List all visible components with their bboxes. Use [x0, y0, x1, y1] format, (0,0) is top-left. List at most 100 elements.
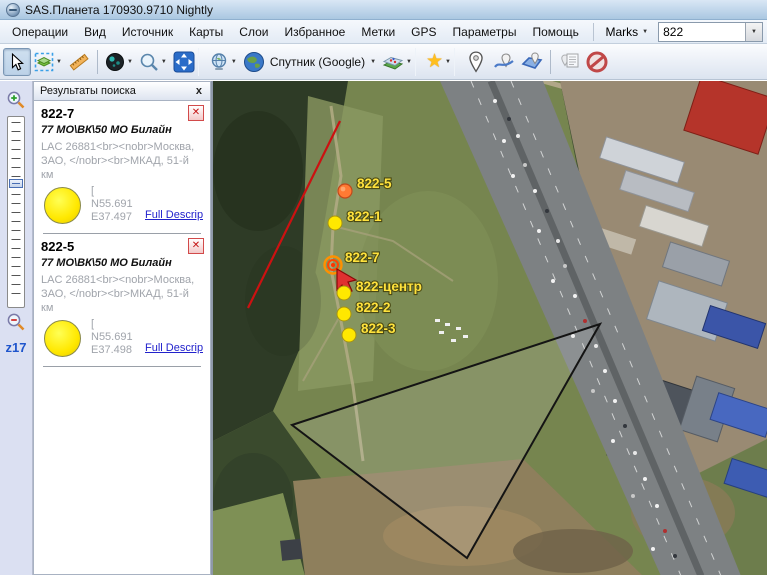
default-cursor-button[interactable] — [3, 48, 31, 76]
menu-operations[interactable]: Операции — [4, 22, 76, 42]
menu-gps[interactable]: GPS — [403, 22, 444, 42]
polygon-pin-icon — [521, 51, 543, 73]
menu-bar: Операции Вид Источник Карты Слои Избранн… — [0, 20, 767, 44]
app-window: SAS.Планета 170930.9710 Nightly Операции… — [0, 0, 767, 575]
layers-map-icon — [382, 52, 404, 72]
result-description: LAC 26881<br><nobr>Москва, ЗАО, </nobr><… — [41, 273, 203, 315]
toolbar-panel-break — [415, 48, 423, 76]
zoom-slider-handle[interactable] — [9, 179, 23, 188]
search-result-item[interactable]: 822-7 ✕ 77 МО\ВК\50 МО Билайн LAC 26881<… — [34, 101, 210, 234]
marks-label: Marks — [606, 25, 639, 39]
result-separator — [43, 366, 201, 367]
result-latitude: N55.691 — [91, 198, 133, 210]
zoom-slider-ticks — [12, 122, 21, 302]
globe-stand-icon — [209, 52, 229, 72]
main-toolbar: ▼ ▼ ▼ — [0, 44, 767, 80]
zoom-tool-button[interactable]: ▼ — [136, 48, 170, 76]
result-longitude: E37.498 — [91, 344, 132, 356]
zoom-out-icon[interactable] — [6, 312, 26, 332]
yellow-circle-mark-icon — [44, 187, 81, 224]
search-result-item[interactable]: 822-5 ✕ 77 МО\ВК\50 МО Билайн LAC 26881<… — [34, 234, 210, 367]
close-icon[interactable]: x — [194, 85, 204, 97]
magnifier-icon — [139, 52, 159, 72]
cursor-arrow-icon — [8, 53, 26, 71]
content-area: z17 Результаты поиска x 822-7 ✕ 77 МО\ВК… — [0, 81, 767, 575]
favorites-button[interactable]: ★ ▼ — [423, 48, 454, 76]
add-placemark-button[interactable] — [462, 48, 490, 76]
marks-combo-drop-button[interactable]: ▼ — [745, 23, 762, 41]
selection-manager-button[interactable]: ▼ — [31, 48, 65, 76]
result-operator: 77 МО\ВК\50 МО Билайн — [41, 257, 203, 269]
mark-label: 822-1 — [347, 209, 382, 224]
result-coord-bracket: [ — [91, 318, 94, 330]
toolbar-panel-break — [454, 48, 462, 76]
ruler-measure-button[interactable] — [65, 48, 93, 76]
satellite-map[interactable]: 822-5 822-1 822-7 822-центр — [213, 81, 767, 575]
menu-separator — [593, 23, 594, 41]
delete-result-icon[interactable]: ✕ — [188, 105, 204, 121]
marks-search-combo[interactable]: 822 ▼ — [658, 22, 763, 42]
hide-marks-button[interactable] — [583, 48, 611, 76]
app-icon — [6, 3, 20, 17]
selection-rect-icon — [34, 52, 54, 72]
dark-globe-icon — [105, 52, 125, 72]
window-title: SAS.Планета 170930.9710 Nightly — [25, 3, 213, 17]
chevron-down-icon: ▼ — [406, 59, 412, 65]
marks-search-value[interactable]: 822 — [659, 25, 745, 39]
zoom-in-icon[interactable] — [6, 90, 26, 110]
star-icon: ★ — [426, 52, 443, 71]
chevron-down-icon: ▼ — [445, 59, 451, 65]
result-id: 822-7 — [41, 106, 203, 121]
search-results-header: Результаты поиска x — [33, 81, 211, 101]
zoom-slider[interactable] — [7, 116, 25, 308]
view-mode-button[interactable]: ▼ — [102, 48, 136, 76]
toolbar-panel-break — [198, 48, 206, 76]
result-id: 822-5 — [41, 239, 203, 254]
menu-help[interactable]: Помощь — [524, 22, 586, 42]
menu-view[interactable]: Вид — [76, 22, 114, 42]
fullscreen-button[interactable] — [170, 48, 198, 76]
map-type-label: Спутник (Google) — [270, 55, 365, 69]
chevron-down-icon: ▼ — [161, 59, 167, 65]
search-results-list: 822-7 ✕ 77 МО\ВК\50 МО Билайн LAC 26881<… — [33, 101, 211, 575]
menu-placemarks[interactable]: Метки — [353, 22, 403, 42]
delete-result-icon[interactable]: ✕ — [188, 238, 204, 254]
placemark-info-icon — [558, 51, 580, 73]
full-description-link[interactable]: Full Description — [145, 209, 203, 221]
result-operator: 77 МО\ВК\50 МО Билайн — [41, 124, 203, 136]
mark-label: 822-5 — [357, 176, 392, 191]
mark-label: 822-центр — [356, 279, 422, 294]
result-media-row: [ N55.691 E37.497 Full Description — [41, 185, 203, 229]
result-media-row: [ N55.691 E37.498 Full Description — [41, 318, 203, 362]
add-path-button[interactable] — [490, 48, 518, 76]
mark-label: 822-7 — [345, 250, 380, 265]
map-view[interactable]: 822-5 822-1 822-7 822-центр — [213, 81, 767, 575]
toolbar-separator — [550, 50, 551, 74]
menu-source[interactable]: Источник — [114, 22, 181, 42]
map-projection-button[interactable]: ▼ — [206, 48, 240, 76]
zoom-level-label: z17 — [6, 340, 27, 355]
title-bar: SAS.Планета 170930.9710 Nightly — [0, 0, 767, 20]
chevron-down-icon: ▼ — [127, 59, 133, 65]
chevron-down-icon: ▼ — [642, 29, 648, 35]
yellow-circle-mark-icon — [44, 320, 81, 357]
layers-button[interactable]: ▼ — [379, 48, 415, 76]
menu-layers[interactable]: Слои — [231, 22, 276, 42]
menu-favorites[interactable]: Избранное — [276, 22, 353, 42]
full-description-link[interactable]: Full Description — [145, 342, 203, 354]
toolbar-separator — [97, 50, 98, 74]
fullscreen-arrows-icon — [173, 51, 195, 73]
path-pin-icon — [493, 51, 515, 73]
chevron-down-icon: ▼ — [231, 59, 237, 65]
chevron-down-icon: ▼ — [56, 59, 62, 65]
result-latitude: N55.691 — [91, 331, 133, 343]
add-polygon-button[interactable] — [518, 48, 546, 76]
mark-label: 822-3 — [361, 321, 396, 336]
menu-maps[interactable]: Карты — [181, 22, 231, 42]
menu-settings[interactable]: Параметры — [445, 22, 525, 42]
no-entry-icon — [586, 51, 608, 73]
search-results-title: Результаты поиска — [40, 85, 194, 97]
marks-dropdown-button[interactable]: Marks ▼ — [600, 22, 655, 42]
map-type-button[interactable]: Спутник (Google) ▼ — [240, 48, 379, 76]
placemark-info-button[interactable] — [555, 48, 583, 76]
